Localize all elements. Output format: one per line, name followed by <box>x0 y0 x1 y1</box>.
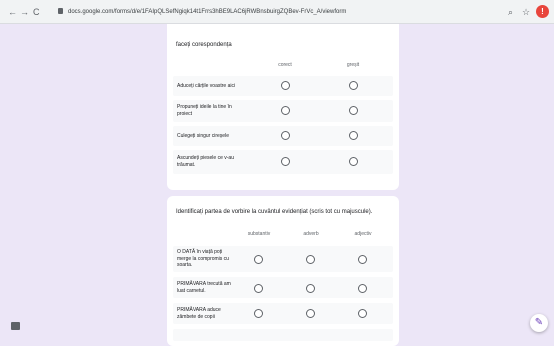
question-card-matching: faceți corespondența corect greșit Aduce… <box>167 24 399 190</box>
row-label: Aduceți cărțile voastre aici <box>177 83 236 89</box>
radio-option[interactable] <box>281 106 290 115</box>
edit-button[interactable]: ✎ <box>530 314 548 332</box>
column-header-adverb: adverb <box>303 231 319 237</box>
row-label: Culegeți singur cireșele <box>177 133 229 139</box>
row-label: PRIMĂVARA trecută am luat carnetul. <box>177 281 231 294</box>
column-header-adjectiv: adjectiv <box>354 231 372 237</box>
grid-row: PRIMĂVARA aduce zâmbete de copii <box>173 303 393 324</box>
radio-option[interactable] <box>306 309 315 318</box>
column-header-substantiv: substantiv <box>247 231 271 237</box>
profile-avatar[interactable]: ! <box>536 5 549 18</box>
grid-row: PRIMĂVARA trecută am luat carnetul. <box>173 277 393 298</box>
browser-toolbar: ← → C docs.google.com/forms/d/e/1FAIpQLS… <box>0 0 554 24</box>
star-icon[interactable]: ☆ <box>522 6 530 18</box>
question-card-parts-of-speech: Identificați partea de vorbire la cuvânt… <box>167 196 399 346</box>
radio-option[interactable] <box>349 157 358 166</box>
radio-option[interactable] <box>349 131 358 140</box>
radio-option[interactable] <box>358 284 367 293</box>
radio-option[interactable] <box>254 284 263 293</box>
row-label: Ascundeți piesele ce v-au trăumat. <box>177 155 234 168</box>
grid-row: O DATĂ în viață poți merge la compromis … <box>173 246 393 272</box>
back-icon[interactable]: ← <box>8 6 17 18</box>
radio-option[interactable] <box>281 131 290 140</box>
radio-option[interactable] <box>254 309 263 318</box>
radio-option[interactable] <box>306 284 315 293</box>
report-icon[interactable] <box>11 322 20 330</box>
row-label: O DATĂ în viață poți merge la compromis … <box>177 249 229 268</box>
zoom-icon[interactable]: ⌕ <box>508 6 513 18</box>
lock-icon <box>58 8 63 14</box>
column-header-corect: corect <box>278 62 292 68</box>
url-text[interactable]: docs.google.com/forms/d/e/1FAIpQLSefNgiq… <box>68 4 346 20</box>
grid-row: Ascundeți piesele ce v-au trăumat. <box>173 150 393 174</box>
forward-icon[interactable]: → <box>20 6 29 18</box>
column-header-gresit: greșit <box>346 62 360 68</box>
radio-option[interactable] <box>349 81 358 90</box>
radio-option[interactable] <box>349 106 358 115</box>
row-label: Propuneți ideile la tine în proiect <box>177 104 232 117</box>
radio-option[interactable] <box>281 157 290 166</box>
radio-option[interactable] <box>306 255 315 264</box>
reload-icon[interactable]: C <box>33 6 40 18</box>
radio-option[interactable] <box>281 81 290 90</box>
question-title: Identificați partea de vorbire la cuvânt… <box>176 209 373 215</box>
grid-row: Propuneți ideile la tine în proiect <box>173 100 393 122</box>
row-label: PRIMĂVARA aduce zâmbete de copii <box>177 307 221 320</box>
grid-row <box>173 329 393 341</box>
radio-option[interactable] <box>358 309 367 318</box>
grid-row: Culegeți singur cireșele <box>173 126 393 146</box>
radio-option[interactable] <box>358 255 367 264</box>
grid-row: Aduceți cărțile voastre aici <box>173 76 393 96</box>
question-title: faceți corespondența <box>176 42 232 48</box>
radio-option[interactable] <box>254 255 263 264</box>
